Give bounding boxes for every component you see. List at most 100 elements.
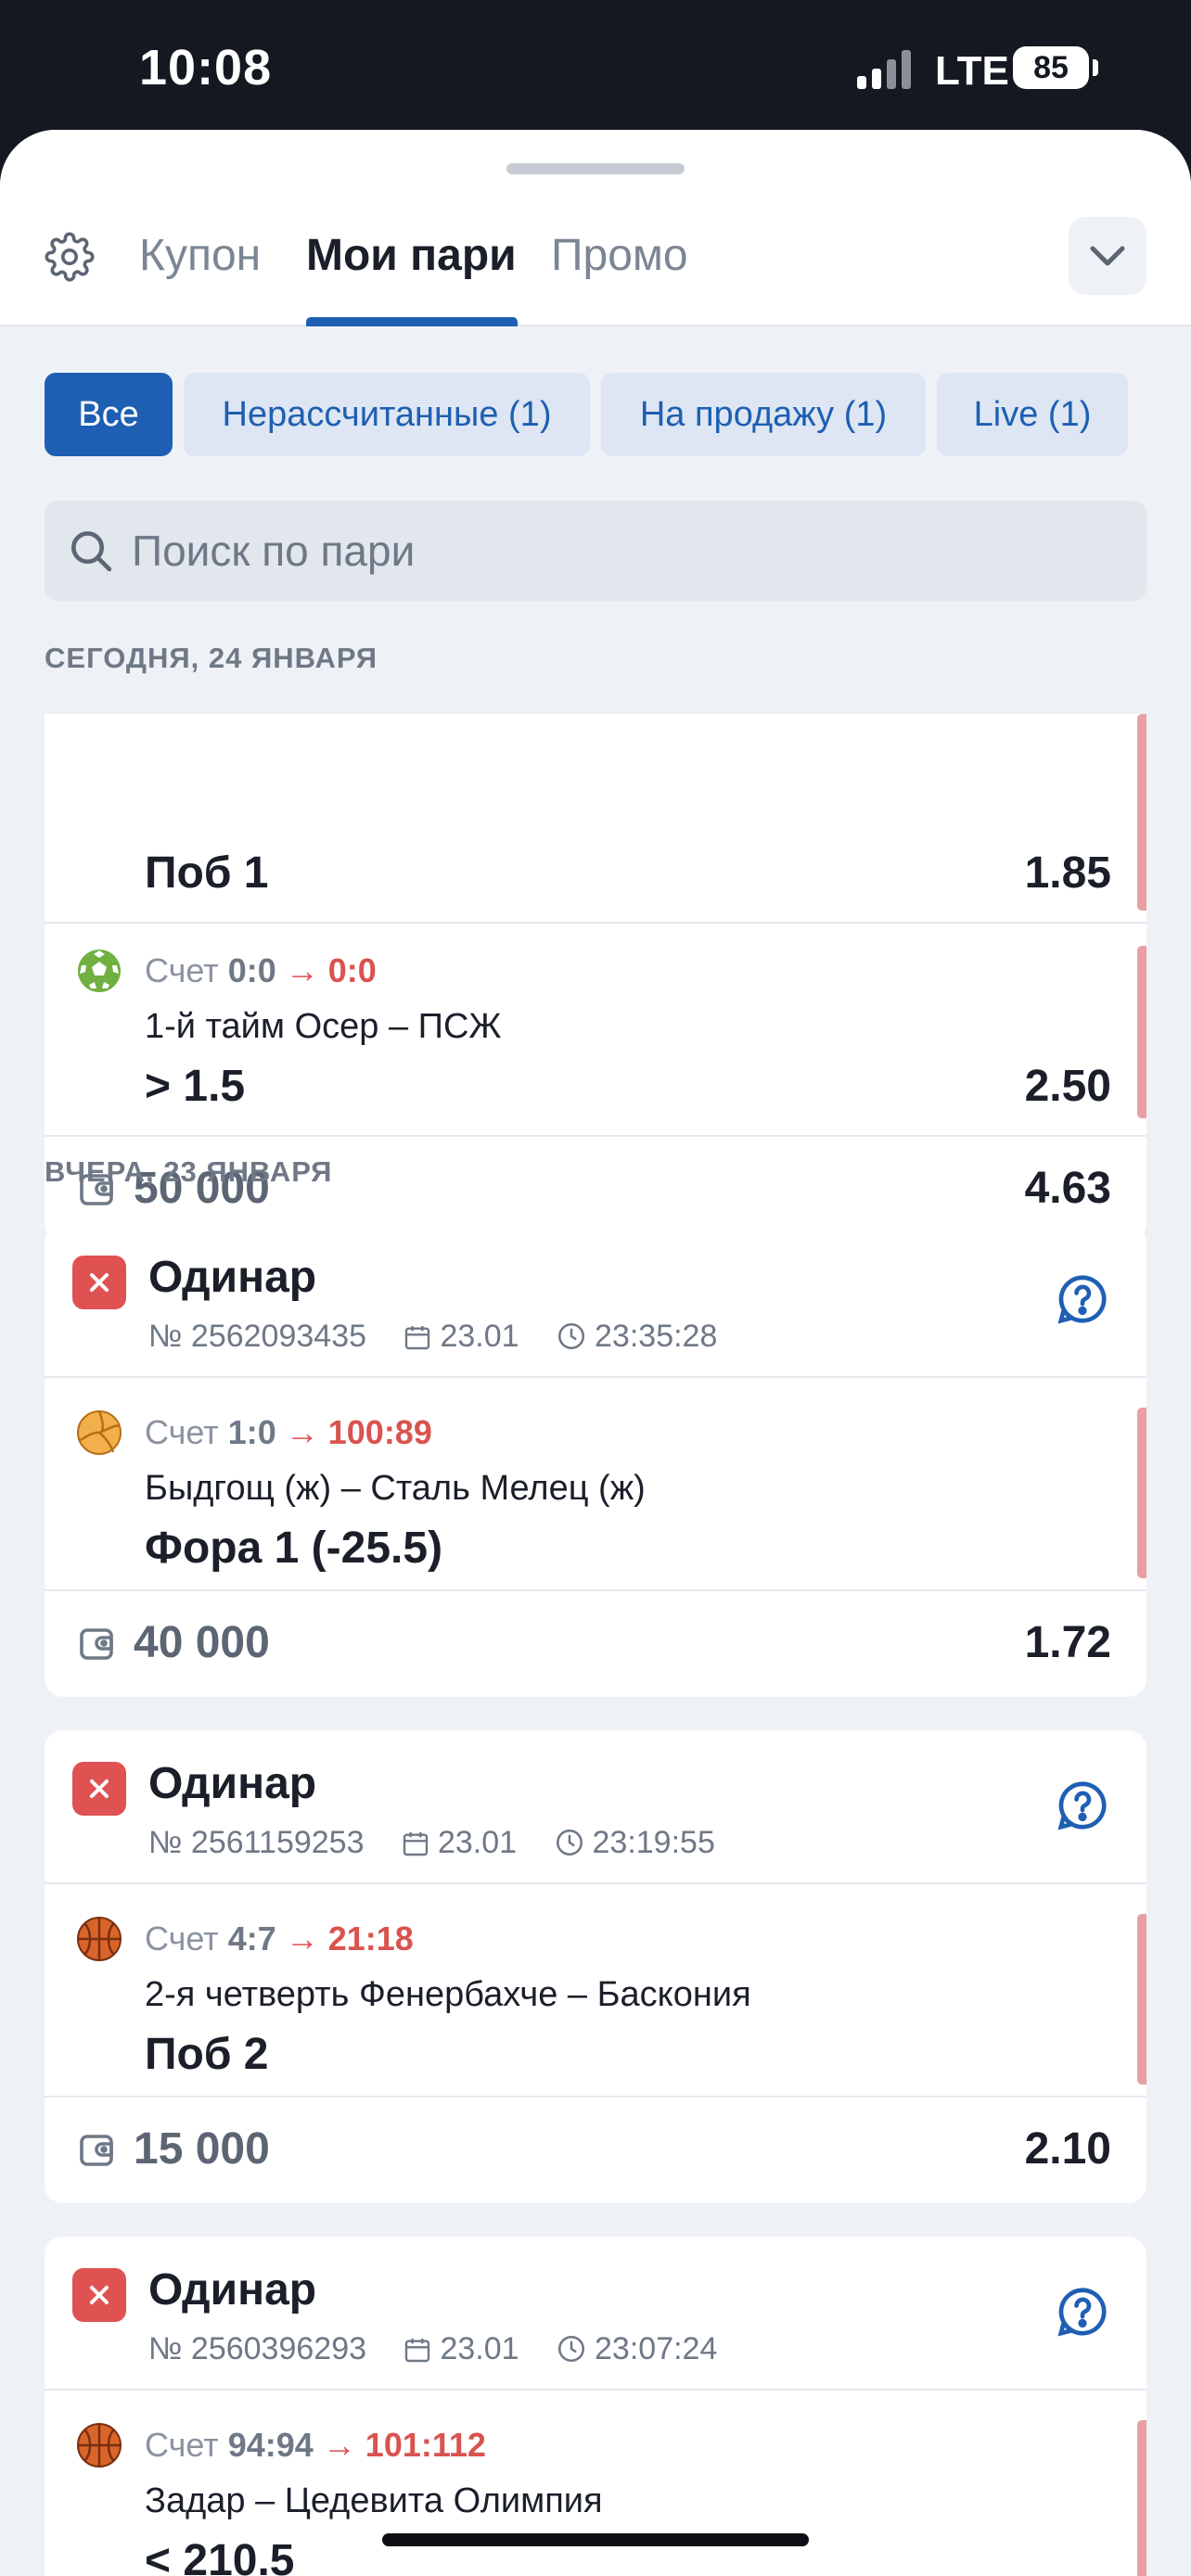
stake-amount: 40 000 — [134, 1618, 270, 1667]
bet-card[interactable]: Одинар № 2561159253 23.01 23:19:55 Счет … — [45, 1730, 1146, 2203]
clock-icon — [557, 1322, 585, 1349]
filter-live[interactable]: Live (1) — [937, 373, 1128, 456]
bet-meta: № 2561159253 23.01 23:19:55 — [148, 1823, 743, 1861]
bet-number: № 2560396293 — [148, 2330, 367, 2366]
lost-badge — [72, 1256, 126, 1309]
loss-indicator — [1137, 1914, 1146, 2085]
arrow-right-icon: → — [322, 2426, 356, 2464]
divider — [45, 2096, 1146, 2098]
score-start: 94:94 — [227, 2426, 314, 2464]
loss-indicator — [1137, 714, 1146, 911]
score-start: 4:7 — [227, 1919, 276, 1958]
bet-time: 23:19:55 — [592, 1824, 715, 1860]
close-icon — [90, 1273, 109, 1292]
divider — [45, 1882, 1146, 1884]
gear-icon[interactable] — [45, 232, 95, 282]
bet-type: Одинар — [148, 1253, 317, 1302]
collapse-button[interactable] — [1069, 217, 1146, 295]
help-icon[interactable] — [1054, 1270, 1111, 1328]
filter-for-sale[interactable]: На продажу (1) — [601, 373, 926, 456]
search-bar — [45, 501, 1146, 601]
bet-outcome: Поб 1 — [145, 848, 269, 898]
divider — [45, 2389, 1146, 2391]
score-label: Счет — [145, 2426, 219, 2464]
bet-odds: 1.85 — [1024, 848, 1111, 898]
calendar-icon — [403, 1831, 429, 1855]
bet-date: 23.01 — [437, 1824, 518, 1860]
bet-time: 23:07:24 — [595, 2330, 718, 2366]
search-icon — [71, 531, 112, 572]
match-name: Задар – Цедевита Олимпия — [145, 2481, 603, 2520]
score-current: 21:18 — [327, 1919, 414, 1958]
bet-outcome: Поб 2 — [145, 2030, 269, 2079]
bet-date: 23.01 — [440, 1318, 519, 1354]
score-label: Счет — [145, 1413, 219, 1451]
loss-indicator — [1137, 1408, 1146, 1578]
score-current: 0:0 — [327, 951, 377, 989]
bet-outcome: < 210.5 — [145, 2536, 295, 2576]
home-indicator[interactable] — [382, 2533, 809, 2546]
header-bar: Купон Мои пари Промо — [0, 130, 1191, 326]
score-label: Счет — [145, 951, 219, 989]
help-icon[interactable] — [1054, 2283, 1111, 2340]
score-line: Счет 94:94 → 101:112 — [145, 2426, 486, 2465]
soccer-ball-icon — [78, 950, 121, 992]
bet-type: Одинар — [148, 2265, 317, 2315]
loss-indicator — [1137, 2420, 1146, 2576]
bet-outcome: Фора 1 (-25.5) — [145, 1524, 443, 1573]
total-odds: 1.72 — [1024, 1618, 1111, 1667]
bet-meta: № 2560396293 23.01 23:07:24 — [148, 2329, 745, 2367]
divider — [45, 922, 1146, 924]
total-odds: 2.10 — [1024, 2124, 1111, 2174]
divider — [45, 1589, 1146, 1591]
score-start: 0:0 — [227, 951, 276, 989]
loss-indicator — [1137, 946, 1146, 1118]
tab-my-bets[interactable]: Мои пари — [306, 230, 517, 281]
filter-all[interactable]: Все — [45, 373, 173, 456]
network-type: LTE — [935, 48, 1009, 94]
score-current: 101:112 — [365, 2426, 486, 2464]
clock-icon — [557, 2335, 585, 2362]
active-tab-indicator — [306, 317, 518, 326]
basketball-icon — [77, 2423, 122, 2468]
calendar-icon — [405, 1325, 430, 1349]
status-time: 10:08 — [139, 40, 273, 96]
divider — [45, 1135, 1146, 1137]
battery-icon: 85 — [1013, 46, 1089, 89]
wallet-icon — [80, 2135, 113, 2166]
section-date-yesterday: ВЧЕРА, 23 ЯНВАРЯ — [45, 1155, 333, 1188]
wallet-icon — [80, 1628, 113, 1660]
bet-time: 23:35:28 — [595, 1318, 718, 1354]
volleyball-icon — [77, 1410, 122, 1455]
help-icon[interactable] — [1054, 1777, 1111, 1834]
bet-date: 23.01 — [440, 2330, 519, 2366]
bet-number: № 2562093435 — [148, 1318, 367, 1354]
score-line: Счет 4:7 → 21:18 — [145, 1919, 414, 1958]
tab-coupon[interactable]: Купон — [139, 230, 261, 281]
section-date-today: СЕГОДНЯ, 24 ЯНВАРЯ — [45, 642, 378, 674]
chevron-down-icon — [1090, 246, 1125, 266]
bets-sheet: Купон Мои пари Промо Все Нерассчитанные … — [0, 130, 1191, 2576]
battery-cap — [1093, 59, 1098, 76]
tab-promo[interactable]: Промо — [551, 230, 688, 281]
cellular-signal-icon — [857, 50, 911, 89]
score-start: 1:0 — [227, 1413, 276, 1451]
match-name: 1-й тайм Осер – ПСЖ — [145, 1007, 502, 1046]
calendar-icon — [405, 2338, 430, 2362]
search-input[interactable] — [132, 501, 1115, 601]
bet-outcome: > 1.5 — [145, 1062, 246, 1111]
filter-unsettled[interactable]: Нерассчитанные (1) — [184, 373, 590, 456]
bet-card[interactable]: Одинар № 2560396293 23.01 23:07:24 Счет … — [45, 2237, 1146, 2576]
arrow-right-icon: → — [285, 1919, 319, 1958]
bet-type: Одинар — [148, 1759, 317, 1808]
bet-odds: 2.50 — [1024, 1062, 1111, 1111]
bet-card[interactable]: Одинар № 2562093435 23.01 23:35:28 Счет … — [45, 1224, 1146, 1697]
arrow-right-icon: → — [285, 951, 319, 989]
clock-icon — [556, 1829, 583, 1855]
bet-number: № 2561159253 — [148, 1824, 365, 1860]
stake-amount: 15 000 — [134, 2124, 270, 2174]
score-line: Счет 1:0 → 100:89 — [145, 1413, 432, 1452]
score-line: Счет 0:0 → 0:0 — [145, 951, 377, 990]
score-label: Счет — [145, 1919, 219, 1958]
sheet-grabber[interactable] — [506, 163, 685, 174]
